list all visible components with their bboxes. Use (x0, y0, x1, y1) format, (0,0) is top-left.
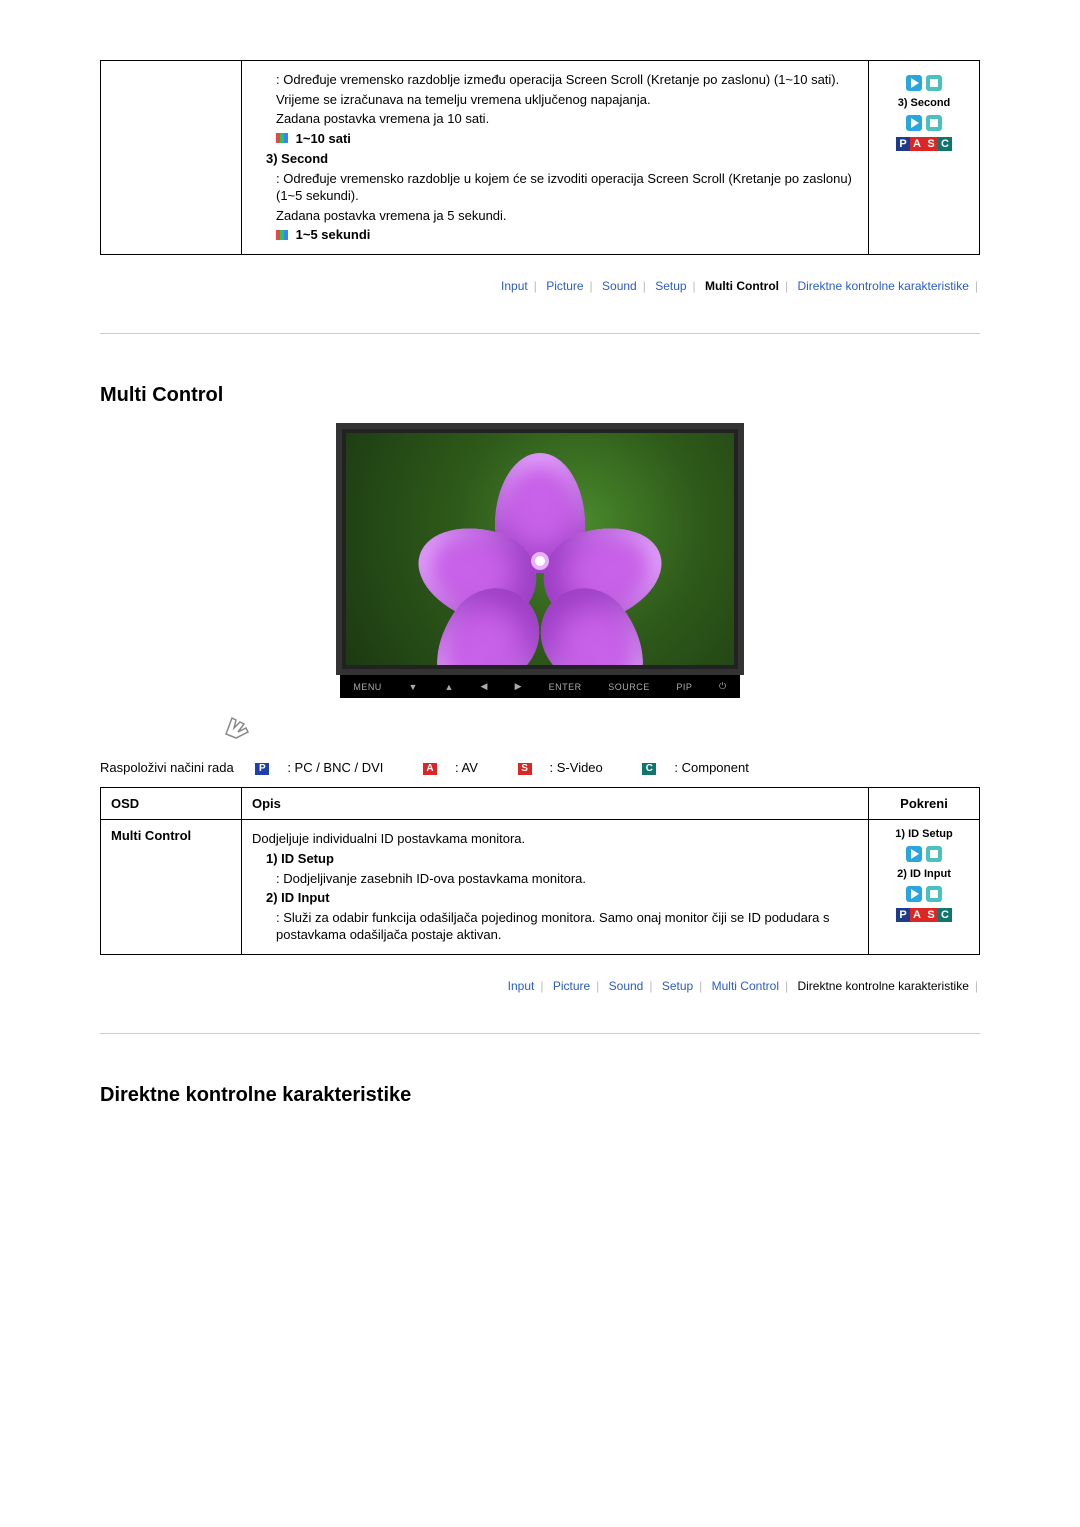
nav-row: Input| Picture| Sound| Setup| Multi Cont… (100, 955, 980, 1003)
desc-line: : Određuje vremensko razdoblje između op… (252, 71, 858, 89)
btn-source: SOURCE (608, 682, 650, 692)
nav-setup[interactable]: Setup (658, 979, 697, 993)
osd-cell-empty (101, 61, 242, 255)
power-icon: ⏻ (719, 681, 727, 692)
id-setup-desc: : Dodjeljivanje zasebnih ID-ova postavka… (252, 870, 858, 888)
id-setup-heading: 1) ID Setup (252, 850, 858, 868)
nav-input[interactable]: Input (497, 279, 532, 293)
row-opis: Dodjeljuje individualni ID postavkama mo… (242, 820, 869, 954)
nav-multi-control[interactable]: Multi Control (701, 279, 783, 293)
pasc-badge: PASC (896, 137, 952, 151)
nav-direktne[interactable]: Direktne kontrolne karakteristike (793, 979, 972, 993)
nav-picture[interactable]: Picture (542, 279, 587, 293)
up-icon: ▲ (444, 682, 453, 692)
modes-label: Raspoloživi načini rada (100, 760, 234, 775)
intro-line: Dodjeljuje individualni ID postavkama mo… (252, 830, 858, 848)
hand-icon (218, 704, 258, 744)
mode-a: : AV (455, 760, 478, 775)
stop-icon[interactable] (926, 846, 942, 862)
id-input-desc: : Služi za odabir funkcija odašiljača po… (252, 909, 858, 944)
right-icon: ▶ (515, 681, 522, 692)
s-badge-icon: S (518, 763, 532, 775)
available-modes-row: Raspoloživi načini rada P : PC / BNC / DV… (100, 760, 980, 775)
pasc-badge: PASC (896, 908, 952, 922)
range-value: 1~10 sati (296, 131, 351, 146)
monitor-illustration: MENU ▼ ▲ ◀ ▶ ENTER SOURCE PIP ⏻ (100, 423, 980, 744)
th-pokreni: Pokreni (869, 788, 980, 820)
opis-cell: : Određuje vremensko razdoblje između op… (242, 61, 869, 255)
play-icon[interactable] (906, 75, 922, 91)
row-pokreni: 1) ID Setup 2) ID Input PASC (869, 820, 980, 954)
monitor-button-bar: MENU ▼ ▲ ◀ ▶ ENTER SOURCE PIP ⏻ (340, 675, 740, 698)
direktne-title: Direktne kontrolne karakteristike (100, 1084, 980, 1107)
a-badge-icon: A (423, 763, 437, 775)
th-opis: Opis (242, 788, 869, 820)
right-label: 1) ID Setup (879, 828, 969, 840)
nav-multi-control[interactable]: Multi Control (708, 979, 783, 993)
multi-control-table: OSD Opis Pokreni Multi Control Dodjeljuj… (100, 787, 980, 954)
right-label: 2) ID Input (879, 868, 969, 880)
nav-input[interactable]: Input (504, 979, 539, 993)
row-label: Multi Control (101, 820, 242, 954)
multi-control-title: Multi Control (100, 384, 980, 407)
screen-scroll-table: : Određuje vremensko razdoblje između op… (100, 60, 980, 255)
down-icon: ▼ (408, 682, 417, 692)
c-badge-icon: C (642, 763, 656, 775)
right-label: 3) Second (879, 97, 969, 109)
play-icon[interactable] (906, 115, 922, 131)
range-value: 1~5 sekundi (296, 227, 371, 242)
desc-line: Zadana postavka vremena ja 5 sekundi. (252, 207, 858, 225)
mode-s: : S-Video (550, 760, 603, 775)
th-osd: OSD (101, 788, 242, 820)
left-icon: ◀ (481, 681, 488, 692)
id-input-heading: 2) ID Input (252, 889, 858, 907)
stop-icon[interactable] (926, 115, 942, 131)
play-icon[interactable] (906, 886, 922, 902)
bullet-icon (276, 227, 288, 245)
stop-icon[interactable] (926, 75, 942, 91)
nav-row: Input| Picture| Sound| Setup| Multi Cont… (100, 255, 980, 303)
divider (100, 333, 980, 334)
btn-menu: MENU (353, 682, 382, 692)
nav-direktne[interactable]: Direktne kontrolne karakteristike (793, 279, 972, 293)
nav-sound[interactable]: Sound (605, 979, 648, 993)
desc-line: Zadana postavka vremena ja 10 sati. (252, 110, 858, 128)
stop-icon[interactable] (926, 886, 942, 902)
mode-p: : PC / BNC / DVI (287, 760, 383, 775)
nav-setup[interactable]: Setup (651, 279, 690, 293)
nav-sound[interactable]: Sound (598, 279, 641, 293)
p-badge-icon: P (255, 763, 269, 775)
bullet-icon (276, 130, 288, 148)
nav-picture[interactable]: Picture (549, 979, 594, 993)
desc-line: Vrijeme se izračunava na temelju vremena… (252, 91, 858, 109)
second-heading: 3) Second (252, 150, 858, 168)
desc-line: : Određuje vremensko razdoblje u kojem ć… (252, 170, 858, 205)
btn-enter: ENTER (549, 682, 582, 692)
divider (100, 1033, 980, 1034)
btn-pip: PIP (676, 682, 692, 692)
pokreni-cell: 3) Second PASC (869, 61, 980, 255)
play-icon[interactable] (906, 846, 922, 862)
mode-c: : Component (674, 760, 748, 775)
